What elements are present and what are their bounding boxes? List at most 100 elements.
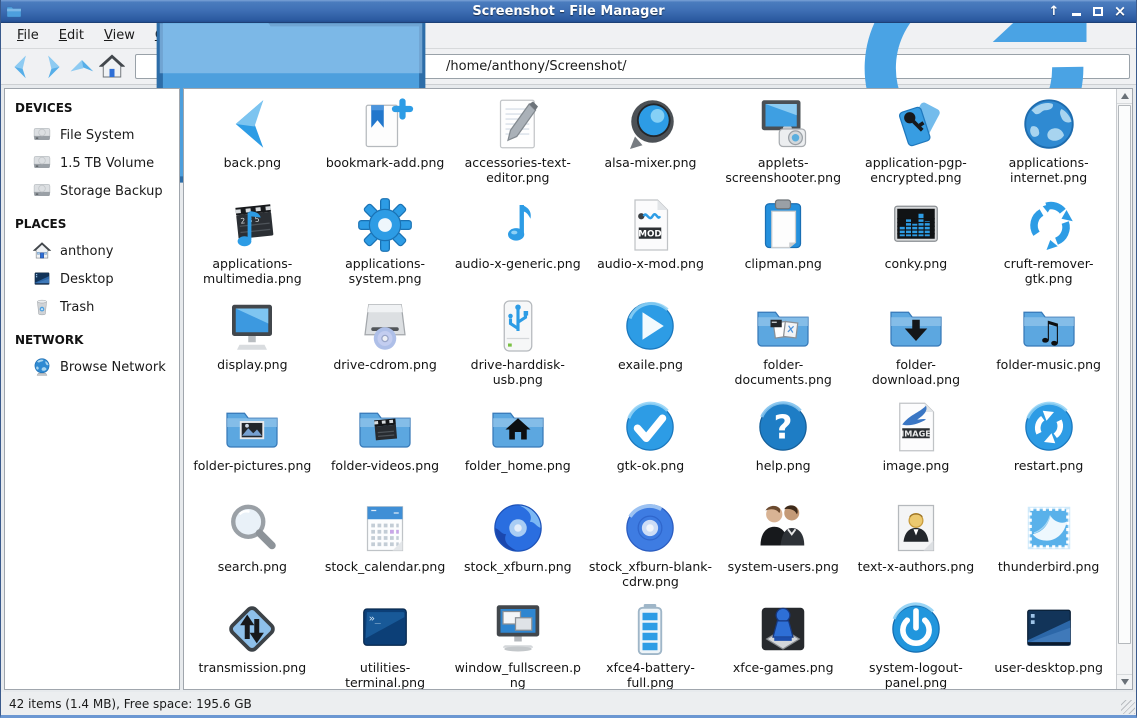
- sidebar-section-places: PLACES: [15, 217, 67, 231]
- maximize-button[interactable]: [1088, 2, 1108, 20]
- up-button[interactable]: [67, 53, 97, 81]
- up-nav-icon: [67, 52, 97, 82]
- scrollbar-thumb[interactable]: [1118, 105, 1131, 644]
- scroll-down-icon: [1120, 679, 1129, 685]
- sidebar: DEVICES File System 1.5 TB Volume Storage B…: [4, 88, 180, 690]
- file-item-system-logout-panel-png[interactable]: system-logout-panel.png: [850, 599, 983, 689]
- file-label: search.png: [217, 559, 287, 574]
- battery-icon: [620, 599, 680, 659]
- file-item-applications-internet-png[interactable]: applications-internet.png: [982, 94, 1115, 195]
- file-label: application-pgp-encrypted.png: [865, 155, 967, 185]
- folder-music-icon: ♫: [1019, 296, 1079, 356]
- harddrive-icon: [32, 181, 52, 201]
- sidebar-item-label: anthony: [60, 243, 114, 259]
- close-button[interactable]: ×: [1110, 2, 1130, 20]
- file-item-xfce-games-png[interactable]: xfce-games.png: [717, 599, 850, 689]
- file-item-utilities-terminal-png[interactable]: »_ utilities-terminal.png: [319, 599, 452, 689]
- file-label: utilities-terminal.png: [345, 660, 426, 689]
- home-nav-icon: [97, 52, 127, 82]
- forward-button[interactable]: [37, 53, 67, 81]
- sidebar-item-anthony[interactable]: anthony: [5, 237, 179, 265]
- file-item-stock-calendar-png[interactable]: stock_calendar.png: [319, 498, 452, 599]
- path-text[interactable]: /home/anthony/Screenshot/: [446, 59, 819, 74]
- file-label: applications-multimedia.png: [203, 256, 302, 286]
- scroll-down-button[interactable]: [1117, 674, 1132, 689]
- scroll-up-button[interactable]: [1117, 89, 1132, 104]
- svg-text:IMAGE: IMAGE: [901, 428, 931, 438]
- sidebar-item-browse-network[interactable]: Browse Network: [5, 353, 179, 381]
- forward-nav-icon: [37, 52, 67, 82]
- file-item-transmission-png[interactable]: transmission.png: [186, 599, 319, 689]
- screenshooter-icon: [753, 94, 813, 154]
- resize-grip[interactable]: [1121, 700, 1135, 714]
- file-item-xfce4-battery-full-png[interactable]: xfce4-battery-full.png: [584, 599, 717, 689]
- file-label: window_fullscreen.png: [454, 660, 581, 689]
- back-button[interactable]: [7, 53, 37, 81]
- file-label: cruft-remover-gtk.png: [1003, 256, 1094, 286]
- file-label: folder-pictures.png: [193, 458, 312, 473]
- file-item-applets-screenshooter-png[interactable]: applets-screenshooter.png: [717, 94, 850, 195]
- file-item-audio-x-mod-png[interactable]: MOD audio-x-mod.png: [584, 195, 717, 296]
- file-item-window-fullscreen-png[interactable]: window_fullscreen.png: [451, 599, 584, 689]
- file-item-cruft-remover-gtk-png[interactable]: cruft-remover-gtk.png: [982, 195, 1115, 296]
- file-item-exaile-png[interactable]: exaile.png: [584, 296, 717, 397]
- file-item-drive-cdrom-png[interactable]: drive-cdrom.png: [319, 296, 452, 397]
- file-item-folder-download-png[interactable]: folder-download.png: [850, 296, 983, 397]
- file-item-thunderbird-png[interactable]: thunderbird.png: [982, 498, 1115, 599]
- file-label: applets-screenshooter.png: [725, 155, 842, 185]
- trash-icon: [32, 297, 52, 317]
- home-button[interactable]: [97, 53, 127, 81]
- menu-item-view[interactable]: View: [94, 24, 145, 47]
- file-item-folder-home-png[interactable]: folder_home.png: [451, 397, 584, 498]
- file-item-user-desktop-png[interactable]: user-desktop.png: [982, 599, 1115, 689]
- file-item-folder-videos-png[interactable]: folder-videos.png: [319, 397, 452, 498]
- file-item-text-x-authors-png[interactable]: text-x-authors.png: [850, 498, 983, 599]
- file-item-search-png[interactable]: search.png: [186, 498, 319, 599]
- file-item-clipman-png[interactable]: clipman.png: [717, 195, 850, 296]
- sidebar-item-file-system[interactable]: File System: [5, 121, 179, 149]
- file-item-display-png[interactable]: display.png: [186, 296, 319, 397]
- shade-button[interactable]: ↑: [1044, 2, 1064, 20]
- sidebar-item-desktop[interactable]: Desktop: [5, 265, 179, 293]
- file-item-restart-png[interactable]: restart.png: [982, 397, 1115, 498]
- file-label: drive-harddisk-usb.png: [470, 357, 565, 387]
- file-item-application-pgp-encrypted-png[interactable]: application-pgp-encrypted.png: [850, 94, 983, 195]
- file-label: bookmark-add.png: [325, 155, 445, 170]
- file-item-image-png[interactable]: IMAGE image.png: [850, 397, 983, 498]
- sidebar-item-trash[interactable]: Trash: [5, 293, 179, 321]
- minimize-button[interactable]: [1066, 2, 1086, 20]
- vertical-scrollbar[interactable]: [1116, 89, 1132, 689]
- svg-text:♫: ♫: [1036, 315, 1063, 350]
- file-item-system-users-png[interactable]: system-users.png: [717, 498, 850, 599]
- file-item-applications-multimedia-png[interactable]: 2 3 5applications-multimedia.png: [186, 195, 319, 296]
- file-label: audio-x-mod.png: [597, 256, 704, 271]
- file-item-help-png[interactable]: ? help.png: [717, 397, 850, 498]
- file-label: accessories-text-editor.png: [464, 155, 571, 185]
- sidebar-item-1-5-tb-volume[interactable]: 1.5 TB Volume: [5, 149, 179, 177]
- file-item-alsa-mixer-png[interactable]: alsa-mixer.png: [584, 94, 717, 195]
- authors-file-icon: [886, 498, 946, 558]
- file-item-bookmark-add-png[interactable]: bookmark-add.png: [319, 94, 452, 195]
- path-entry[interactable]: /home/anthony/Screenshot/: [135, 0, 1130, 183]
- file-item-folder-music-png[interactable]: ♫ folder-music.png: [982, 296, 1115, 397]
- magnifier-icon: [222, 498, 282, 558]
- menu-item-file[interactable]: File: [7, 24, 49, 47]
- file-item-back-png[interactable]: back.png: [186, 94, 319, 195]
- file-item-folder-pictures-png[interactable]: folder-pictures.png: [186, 397, 319, 498]
- file-item-drive-harddisk-usb-png[interactable]: drive-harddisk-usb.png: [451, 296, 584, 397]
- toolbar: /home/anthony/Screenshot/: [1, 0, 1136, 183]
- menu-item-edit[interactable]: Edit: [49, 24, 94, 47]
- desktop-screen-icon: [1019, 599, 1079, 659]
- file-item-accessories-text-editor-png[interactable]: accessories-text-editor.png: [451, 94, 584, 195]
- file-item-folder-documents-png[interactable]: folder-documents.png: [717, 296, 850, 397]
- file-item-conky-png[interactable]: conky.png: [850, 195, 983, 296]
- titlebar[interactable]: Screenshot - File Manager ↑ ×: [1, 0, 1136, 23]
- file-item-gtk-ok-png[interactable]: gtk-ok.png: [584, 397, 717, 498]
- power-circle-icon: [886, 599, 946, 659]
- sidebar-item-storage-backup[interactable]: Storage Backup: [5, 177, 179, 205]
- file-item-audio-x-generic-png[interactable]: audio-x-generic.png: [451, 195, 584, 296]
- file-item-stock-xfburn-png[interactable]: stock_xfburn.png: [451, 498, 584, 599]
- file-item-stock-xfburn-blank-cdrw-png[interactable]: stock_xfburn-blank-cdrw.png: [584, 498, 717, 599]
- file-item-applications-system-png[interactable]: applications-system.png: [319, 195, 452, 296]
- file-label: help.png: [755, 458, 811, 473]
